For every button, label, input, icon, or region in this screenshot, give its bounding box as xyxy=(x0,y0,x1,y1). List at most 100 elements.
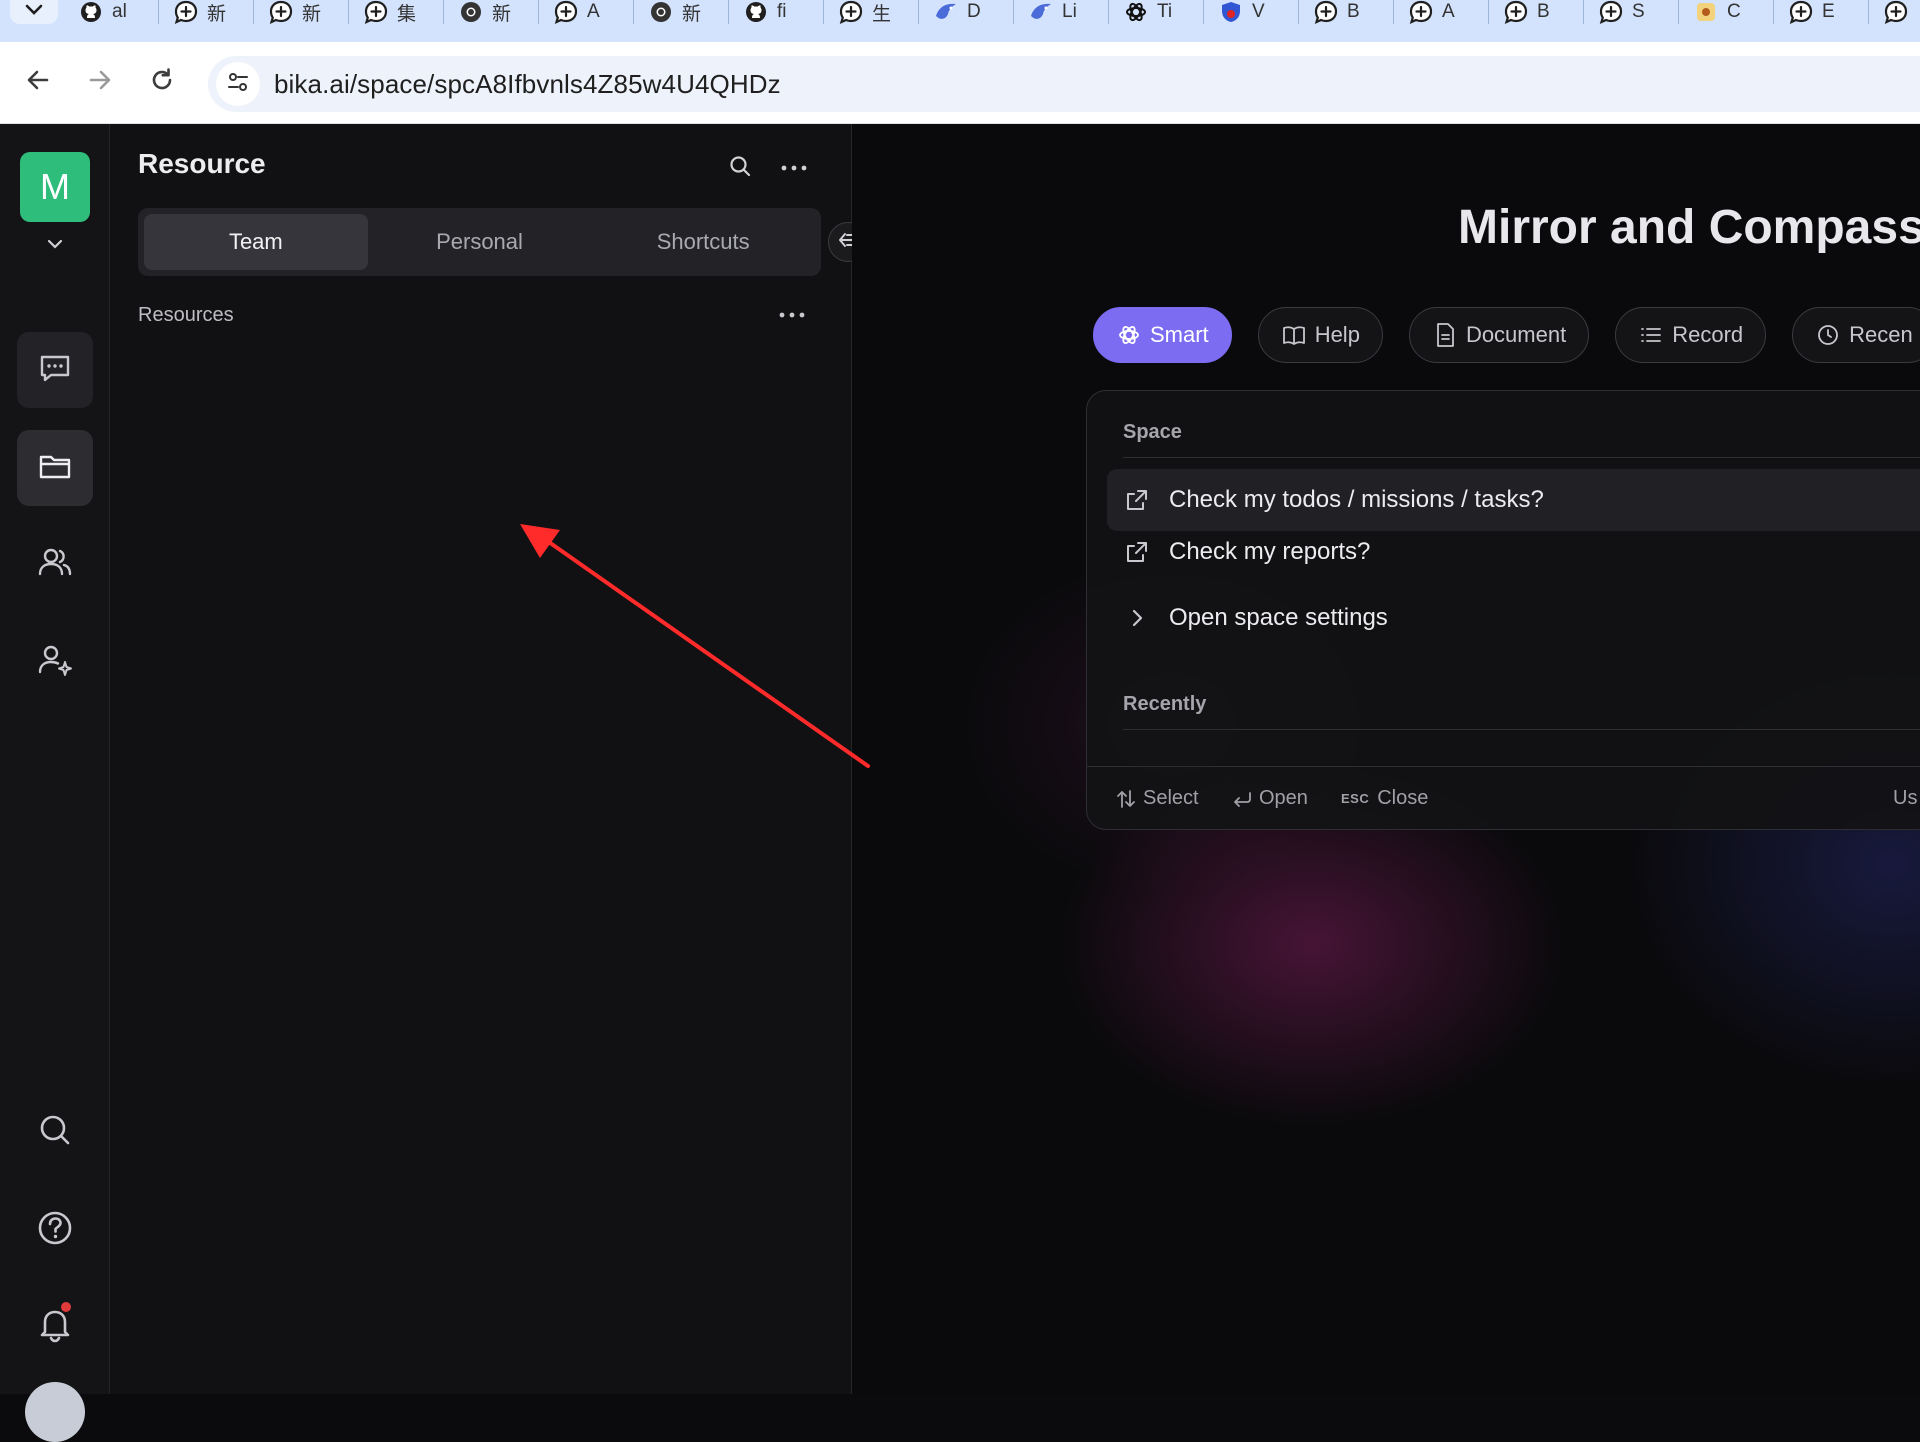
browser-tab-label: 新 xyxy=(207,3,227,25)
hint-open-label: Open xyxy=(1259,787,1308,809)
document-icon xyxy=(1432,322,1458,348)
site-info-button[interactable] xyxy=(216,62,260,106)
resources-section-label: Resources xyxy=(138,304,234,326)
bird-icon xyxy=(1028,0,1054,24)
chat-plus-icon xyxy=(363,0,389,24)
browser-tab[interactable] xyxy=(1869,0,1920,24)
chip-document[interactable]: Document xyxy=(1408,307,1590,363)
browser-tab[interactable]: fi xyxy=(729,0,824,24)
browser-tab[interactable]: 新 xyxy=(444,0,539,25)
chip-record[interactable]: Record xyxy=(1615,307,1767,363)
rail-agent-button[interactable] xyxy=(17,624,93,700)
chat-plus-icon xyxy=(1883,0,1909,24)
browser-tab[interactable]: E xyxy=(1774,0,1869,24)
browser-tab[interactable]: D xyxy=(919,0,1014,24)
resources-more-button[interactable] xyxy=(774,300,810,330)
space-title: Mirror and Compass xyxy=(1458,201,1920,254)
browser-tab[interactable]: B xyxy=(1489,0,1584,24)
browser-toolbar: bika.ai/space/spcA8Ifbvnls4Z85w4U4QHDz xyxy=(0,42,1920,124)
browser-tab[interactable]: 生 xyxy=(824,0,919,25)
browser-tab-label: B xyxy=(1347,1,1360,22)
users-icon xyxy=(36,544,74,585)
browser-tab-label: al xyxy=(112,1,127,22)
browser-tab-label: 集 xyxy=(397,3,417,25)
url-text: bika.ai/space/spcA8Ifbvnls4Z85w4U4QHDz xyxy=(274,68,781,99)
chip-smart[interactable]: Smart xyxy=(1093,307,1232,363)
chat-plus-icon xyxy=(1313,0,1339,24)
browser-tab[interactable]: Li xyxy=(1014,0,1109,24)
folder-icon xyxy=(37,448,73,489)
bika-app: M Resource Team Personal Shortcuts Resou… xyxy=(0,124,1920,1442)
browser-tab-label: C xyxy=(1727,1,1741,22)
left-rail: M xyxy=(0,124,110,1442)
rail-search-button[interactable] xyxy=(17,1094,93,1170)
browser-tab[interactable]: V xyxy=(1204,0,1299,24)
browser-tab[interactable]: al xyxy=(64,0,159,24)
github-icon xyxy=(78,0,104,24)
browser-tab-label: D xyxy=(967,1,981,22)
palette-item-reports[interactable]: Check my reports? xyxy=(1107,521,1920,583)
chat-plus-icon xyxy=(1598,0,1624,24)
tab-search-button[interactable] xyxy=(10,0,58,24)
browser-tab[interactable]: 新 xyxy=(159,0,254,25)
chip-smart-label: Smart xyxy=(1150,322,1209,347)
user-avatar[interactable] xyxy=(25,1382,85,1442)
rail-help-button[interactable] xyxy=(17,1192,93,1268)
space-switcher-button[interactable] xyxy=(40,234,70,258)
rail-resources-button[interactable] xyxy=(17,430,93,506)
palette-item-label: Open space settings xyxy=(1169,604,1388,631)
browser-tab-label: 新 xyxy=(682,3,702,25)
browser-tab[interactable]: B xyxy=(1299,0,1394,24)
palette-item-label: Check my reports? xyxy=(1169,538,1371,565)
panel-more-button[interactable] xyxy=(776,150,812,186)
browser-tab-label: V xyxy=(1252,1,1265,22)
browser-tab[interactable]: A xyxy=(1394,0,1489,24)
chevron-right-icon xyxy=(1123,604,1151,632)
main-area: Mirror and Compass Smart Help Document R… xyxy=(852,124,1920,1394)
arrows-up-down-icon xyxy=(1115,788,1137,810)
tab-team[interactable]: Team xyxy=(144,214,368,270)
browser-tab[interactable]: C xyxy=(1679,0,1774,24)
more-horizontal-icon xyxy=(778,306,806,324)
address-bar[interactable]: bika.ai/space/spcA8Ifbvnls4Z85w4U4QHDz xyxy=(208,56,1920,112)
tab-personal[interactable]: Personal xyxy=(368,214,592,270)
hint-select: Select xyxy=(1115,787,1199,810)
back-button[interactable] xyxy=(18,62,58,102)
list-icon xyxy=(1638,322,1664,348)
space-section-label: Space xyxy=(1123,421,1182,443)
browser-tab[interactable]: A xyxy=(539,0,634,24)
forward-button[interactable] xyxy=(80,62,120,102)
tab-shortcuts[interactable]: Shortcuts xyxy=(591,214,815,270)
browser-tab[interactable]: 新 xyxy=(254,0,349,25)
divider xyxy=(1123,457,1920,458)
panel-search-button[interactable] xyxy=(722,150,758,186)
search-icon xyxy=(37,1112,73,1153)
footer-divider xyxy=(1087,766,1920,767)
resource-panel: Resource Team Personal Shortcuts Resourc… xyxy=(110,124,868,1394)
browser-tab-label: S xyxy=(1632,1,1645,22)
reload-button[interactable] xyxy=(142,62,182,102)
palette-item-space-settings[interactable]: Open space settings xyxy=(1107,587,1920,649)
browser-tab-label: 新 xyxy=(492,3,512,25)
space-avatar[interactable]: M xyxy=(20,152,90,222)
rail-notifications-button[interactable] xyxy=(17,1288,93,1364)
browser-tab[interactable]: 集 xyxy=(349,0,444,25)
chrome-icon xyxy=(458,0,484,24)
openai-icon xyxy=(1116,322,1142,348)
hint-right-label: Us xyxy=(1893,787,1918,809)
chip-help[interactable]: Help xyxy=(1257,307,1383,363)
chat-plus-icon xyxy=(553,0,579,24)
shield-icon xyxy=(1218,0,1244,24)
browser-tab[interactable]: S xyxy=(1584,0,1679,24)
user-sparkle-icon xyxy=(36,642,74,683)
chat-plus-icon xyxy=(173,0,199,24)
help-circle-icon xyxy=(36,1209,74,1252)
browser-tab-label: A xyxy=(587,1,600,22)
chip-recent[interactable]: Recen xyxy=(1792,307,1920,363)
esc-key-label: ESC xyxy=(1341,791,1370,806)
rail-chat-button[interactable] xyxy=(17,332,93,408)
browser-tab[interactable]: Ti xyxy=(1109,0,1204,24)
rail-members-button[interactable] xyxy=(17,526,93,602)
hint-close-label: Close xyxy=(1377,787,1429,809)
browser-tab[interactable]: 新 xyxy=(634,0,729,25)
